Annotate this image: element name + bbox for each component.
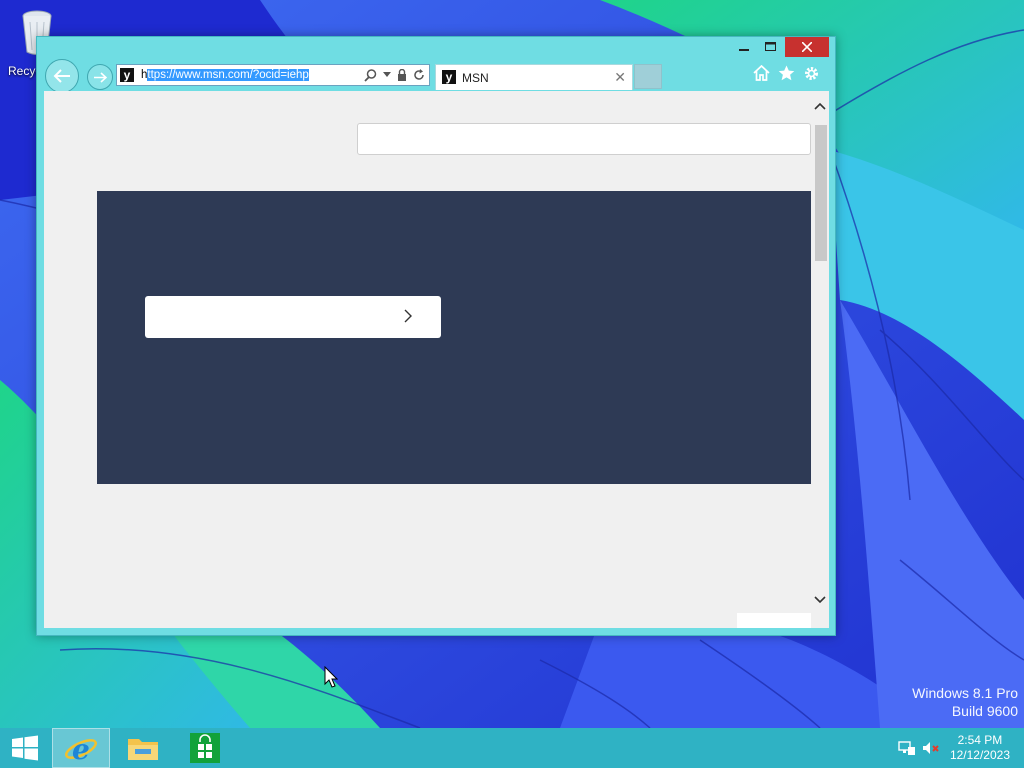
- file-explorer-icon: [128, 739, 158, 760]
- start-icon: [12, 735, 38, 761]
- refresh-icon[interactable]: [413, 69, 425, 81]
- forward-arrow-icon: [94, 71, 107, 83]
- os-watermark: Windows 8.1 Pro Build 9600: [912, 684, 1018, 720]
- forward-button[interactable]: [87, 64, 113, 90]
- svg-text:e: e: [72, 733, 90, 764]
- store-icon: [190, 733, 220, 763]
- page-search-box[interactable]: [357, 123, 811, 155]
- os-build: Build 9600: [951, 703, 1018, 719]
- address-url[interactable]: https://www.msn.com/?ocid=iehp: [141, 69, 309, 81]
- scroll-down-icon[interactable]: [813, 595, 827, 605]
- clock[interactable]: 2:54 PM 12/12/2023: [950, 733, 1010, 763]
- favorites-star-icon[interactable]: [778, 65, 795, 81]
- lock-icon[interactable]: [397, 69, 407, 81]
- tab-title: MSN: [462, 71, 489, 85]
- clock-date: 12/12/2023: [949, 748, 1010, 762]
- new-tab-button[interactable]: [634, 64, 662, 89]
- taskbar: e 2:54 PM 12/12/2023: [0, 728, 1024, 768]
- internet-explorer-window[interactable]: y https://www.msn.com/?ocid=iehp y MSN ✕: [36, 36, 836, 636]
- network-icon[interactable]: [898, 740, 916, 756]
- hero-panel: [97, 191, 811, 484]
- os-edition: Windows 8.1 Pro: [912, 685, 1018, 701]
- tab-msn[interactable]: y MSN ✕: [435, 64, 633, 90]
- internet-explorer-icon: e: [65, 733, 97, 764]
- close-tab-icon[interactable]: ✕: [614, 69, 626, 86]
- back-arrow-icon: [53, 69, 70, 83]
- hero-action-button[interactable]: [145, 296, 441, 338]
- page-viewport[interactable]: [44, 91, 829, 628]
- mouse-cursor-icon: [324, 666, 338, 688]
- scroll-up-icon[interactable]: [813, 101, 827, 111]
- address-bar[interactable]: y https://www.msn.com/?ocid=iehp: [116, 64, 430, 86]
- maximize-button[interactable]: [757, 37, 783, 57]
- vertical-scrollbar[interactable]: [811, 91, 829, 628]
- taskbar-file-explorer[interactable]: [114, 728, 172, 768]
- back-button[interactable]: [45, 59, 79, 93]
- clock-time: 2:54 PM: [957, 733, 1003, 747]
- scrollbar-thumb[interactable]: [815, 125, 827, 261]
- taskbar-store[interactable]: [176, 728, 234, 768]
- chevron-right-icon: [404, 309, 412, 323]
- minimize-button[interactable]: [731, 37, 757, 57]
- home-icon[interactable]: [753, 65, 770, 81]
- start-button[interactable]: [0, 728, 50, 768]
- search-icon[interactable]: [364, 68, 377, 82]
- taskbar-internet-explorer[interactable]: e: [52, 728, 110, 768]
- bottom-chip: [737, 613, 811, 628]
- dropdown-icon[interactable]: [383, 72, 391, 78]
- volume-muted-icon[interactable]: [922, 740, 940, 756]
- msn-favicon-icon: y: [120, 68, 134, 82]
- settings-gear-icon[interactable]: [803, 65, 820, 82]
- close-button[interactable]: [785, 37, 829, 57]
- close-icon: [802, 42, 812, 52]
- msn-favicon-icon: y: [442, 70, 456, 84]
